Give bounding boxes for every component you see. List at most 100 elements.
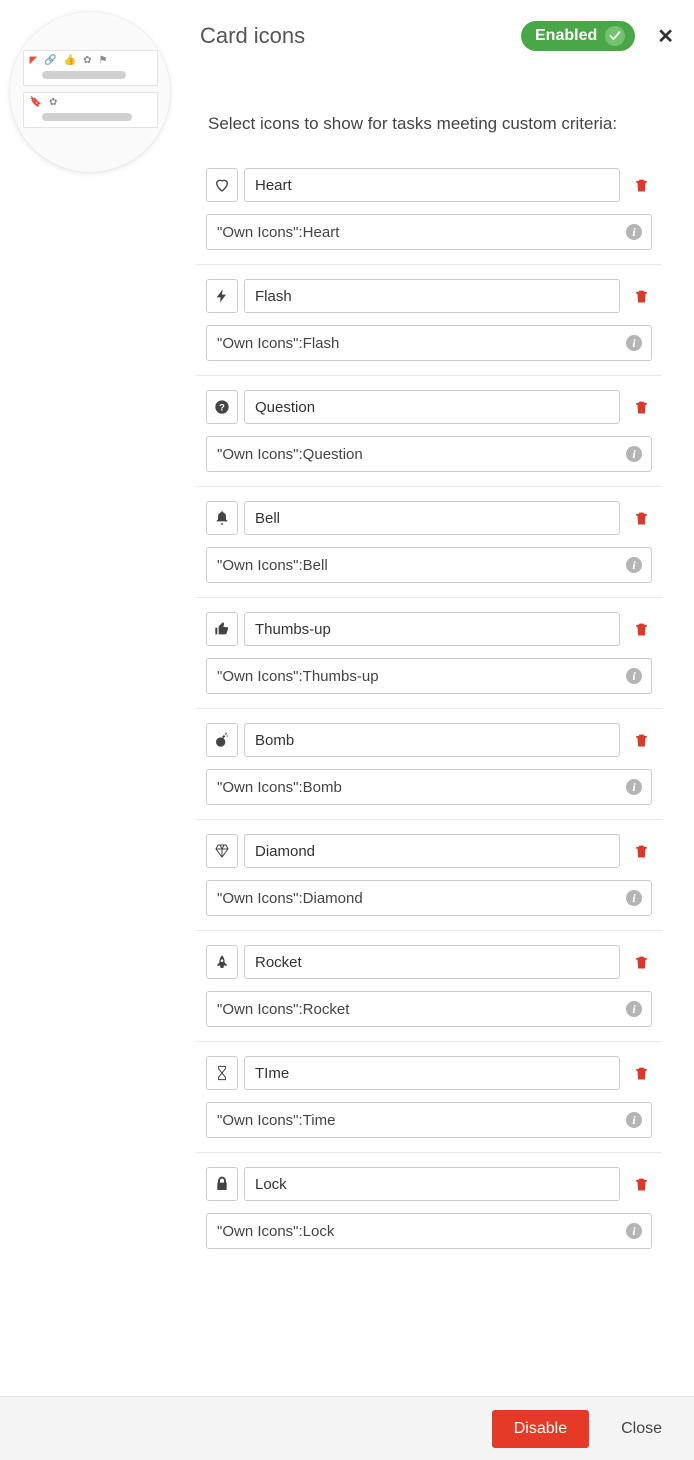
rule-row-criteria: i [206,1102,652,1138]
enabled-label: Enabled [535,27,597,45]
rule-row-main [206,168,652,202]
icon-name-input[interactable] [244,501,620,535]
criteria-input[interactable] [206,880,652,916]
dialog-title: Card icons [200,23,305,49]
icon-name-input[interactable] [244,168,620,202]
delete-icon[interactable] [630,178,652,193]
flash-icon[interactable] [206,279,238,313]
question-icon[interactable]: ? [206,390,238,424]
info-icon[interactable]: i [626,446,642,462]
heart-icon[interactable] [206,168,238,202]
rule-row-criteria: i [206,214,652,250]
icon-name-input[interactable] [244,723,620,757]
rule-item: i [196,1042,662,1153]
criteria-input[interactable] [206,1213,652,1249]
info-icon[interactable]: i [626,224,642,240]
delete-icon[interactable] [630,733,652,748]
info-icon[interactable]: i [626,1001,642,1017]
icon-name-input[interactable] [244,390,620,424]
preview-card: ◤ 🔗 👍 ✿ ⚑ [23,50,158,86]
criteria-input[interactable] [206,991,652,1027]
time-icon[interactable] [206,1056,238,1090]
criteria-input[interactable] [206,214,652,250]
criteria-input[interactable] [206,1102,652,1138]
close-button[interactable]: Close [615,1419,668,1439]
dialog-footer: Disable Close [0,1396,694,1460]
thumbs-up-icon[interactable] [206,612,238,646]
icon-name-input[interactable] [244,612,620,646]
gear-icon: ✿ [83,55,91,66]
rule-row-criteria: i [206,1213,652,1249]
info-icon[interactable]: i [626,779,642,795]
close-icon[interactable]: ✕ [657,24,674,49]
bell-icon[interactable] [206,501,238,535]
rocket-icon[interactable] [206,945,238,979]
rule-row-main [206,501,652,535]
info-icon[interactable]: i [626,1223,642,1239]
rule-row-criteria: i [206,547,652,583]
criteria-input[interactable] [206,769,652,805]
rule-row-main [206,723,652,757]
criteria-input[interactable] [206,325,652,361]
preview-text-bar [42,71,127,79]
preview-thumbnail: ◤ 🔗 👍 ✿ ⚑ 🔖 ✿ [10,12,170,172]
rule-row-criteria: i [206,880,652,916]
icon-name-input[interactable] [244,279,620,313]
delete-icon[interactable] [630,622,652,637]
status-group: Enabled ✕ [521,21,674,51]
info-icon[interactable]: i [626,335,642,351]
delete-icon[interactable] [630,511,652,526]
pin-icon: ◤ [30,55,38,66]
bookmark-icon: 🔖 [30,97,42,108]
rule-row-main [206,279,652,313]
subtitle: Select icons to show for tasks meeting c… [208,114,694,134]
rule-row-criteria: i [206,325,652,361]
icon-name-input[interactable] [244,834,620,868]
criteria-input[interactable] [206,436,652,472]
dialog-header: ◤ 🔗 👍 ✿ ⚑ 🔖 ✿ Card icons Enabled [0,0,694,54]
rule-item: i [196,709,662,820]
rule-item: i [196,1153,662,1263]
flag-icon: ⚑ [99,55,108,66]
delete-icon[interactable] [630,955,652,970]
delete-icon[interactable] [630,289,652,304]
rule-row-criteria: i [206,658,652,694]
delete-icon[interactable] [630,400,652,415]
info-icon[interactable]: i [626,668,642,684]
rule-row-main [206,612,652,646]
delete-icon[interactable] [630,844,652,859]
rule-item: i [196,820,662,931]
lock-icon[interactable] [206,1167,238,1201]
enabled-badge: Enabled [521,21,635,51]
rules-list: i i? i i i i i i i i [196,154,694,1263]
criteria-input[interactable] [206,547,652,583]
preview-text-bar [42,113,133,121]
rule-item: i [196,265,662,376]
diamond-icon[interactable] [206,834,238,868]
icon-name-input[interactable] [244,945,620,979]
bomb-icon[interactable] [206,723,238,757]
rule-row-main [206,945,652,979]
disable-button[interactable]: Disable [492,1410,589,1448]
icon-name-input[interactable] [244,1167,620,1201]
rule-row-main [206,1056,652,1090]
rule-row-criteria: i [206,436,652,472]
info-icon[interactable]: i [626,890,642,906]
title-area: Card icons Enabled ✕ [200,18,674,54]
delete-icon[interactable] [630,1066,652,1081]
delete-icon[interactable] [630,1177,652,1192]
rule-item: i [196,487,662,598]
info-icon[interactable]: i [626,1112,642,1128]
icon-name-input[interactable] [244,1056,620,1090]
rule-row-main [206,1167,652,1201]
criteria-input[interactable] [206,658,652,694]
rule-item: i [196,598,662,709]
thumbs-up-icon: 👍 [64,55,76,66]
preview-card: 🔖 ✿ [23,92,158,128]
rule-row-criteria: i [206,769,652,805]
check-icon [605,26,625,46]
info-icon[interactable]: i [626,557,642,573]
link-icon: 🔗 [44,55,56,66]
svg-text:?: ? [219,402,225,412]
rule-item: i [196,931,662,1042]
